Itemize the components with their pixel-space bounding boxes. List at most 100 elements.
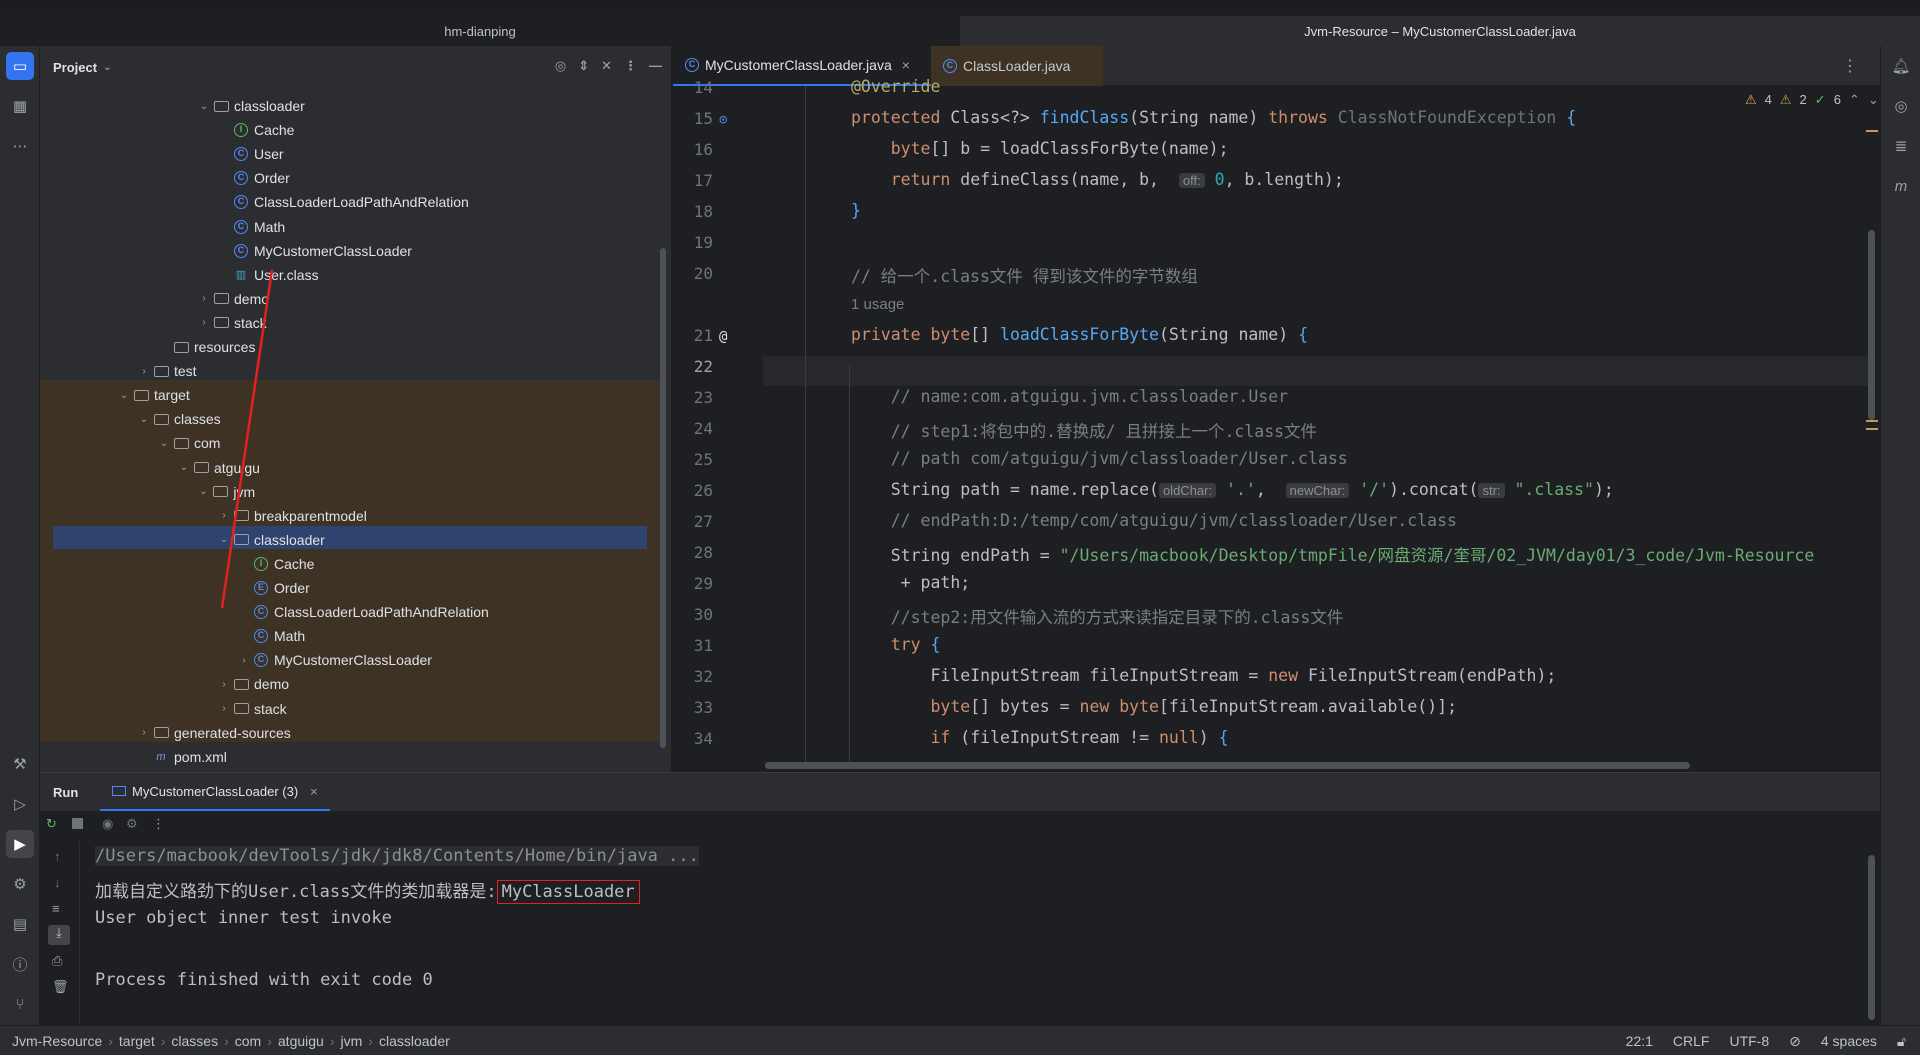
code-line: // path com/atguigu/jvm/classloader/User… xyxy=(890,449,1348,468)
editor-vertical-scrollbar[interactable] xyxy=(1868,230,1875,420)
class-icon: C xyxy=(685,58,699,72)
code-line: // name:com.atguigu.jvm.classloader.User xyxy=(890,387,1289,406)
indent-setting[interactable]: 4 spaces xyxy=(1821,1033,1877,1050)
code-line: byte[] bytes = new byte[fileInputStream.… xyxy=(930,697,1458,716)
warning-stripe[interactable] xyxy=(1866,428,1878,430)
editor-horizontal-scrollbar[interactable] xyxy=(765,762,1690,769)
camera-icon[interactable]: ◉ xyxy=(102,816,113,832)
chevron-right-icon: › xyxy=(368,1032,373,1049)
code-line: // 给一个.class文件 得到该文件的字节数组 xyxy=(851,267,1198,286)
output-line: 加载自定义路劲下的User.class文件的类加载器是: MyClassLoade… xyxy=(95,877,640,904)
line-number: 33 xyxy=(693,698,713,717)
code-line: // step1:将包中的.替换成/ 且拼接上一个.class文件 xyxy=(890,422,1318,441)
chevron-right-icon: › xyxy=(108,1032,113,1049)
code-line: // endPath:D:/temp/com/atguigu/jvm/class… xyxy=(890,511,1457,530)
line-number: 15 xyxy=(693,109,713,128)
code-line: + path; xyxy=(851,573,971,592)
warning-stripe[interactable] xyxy=(1866,130,1878,132)
chevron-up-icon[interactable]: ⌃ xyxy=(1849,92,1860,108)
check-icon: ✓ xyxy=(1814,92,1826,107)
breadcrumb-item[interactable]: jvm xyxy=(341,1033,363,1049)
chevron-right-icon: › xyxy=(267,1032,272,1049)
output-text: 加载自定义路劲下的User.class文件的类加载器是: xyxy=(95,882,497,902)
line-number: 20 xyxy=(693,264,713,283)
class-icon: C xyxy=(943,59,957,73)
print-icon[interactable]: ⎙ xyxy=(52,953,62,969)
code-line: @Override xyxy=(851,77,941,96)
output-line: User object inner test invoke xyxy=(95,908,392,928)
line-number: 31 xyxy=(693,636,713,655)
breadcrumb-item[interactable]: atguigu xyxy=(278,1033,324,1049)
line-number: 25 xyxy=(693,450,713,469)
line-number: 22 xyxy=(693,357,713,376)
run-tab[interactable]: MyCustomerClassLoader (3) × xyxy=(100,773,330,811)
line-number: 27 xyxy=(693,512,713,531)
warning-count: 4 xyxy=(1764,92,1772,107)
code-editor[interactable]: 14 15 16 17 18 19 20 21 22 23 24 25 26 27 28 29 30 31 32 33… xyxy=(673,77,1880,772)
breadcrumb-item[interactable]: Jvm-Resource xyxy=(12,1033,102,1049)
run-toolbar: ↻ ◉ ⚙ ⋮ xyxy=(40,811,1880,841)
lock-icon[interactable]: 🔓︎ xyxy=(1897,1033,1906,1050)
file-encoding[interactable]: UTF-8 xyxy=(1729,1033,1769,1050)
code-line: FileInputStream fileInputStream = new Fi… xyxy=(851,666,1557,685)
line-number: 26 xyxy=(693,481,713,500)
readonly-toggle-icon[interactable]: ⊘ xyxy=(1789,1033,1801,1050)
scroll-to-end-icon[interactable]: ⤓ xyxy=(48,925,70,945)
line-number: 16 xyxy=(693,140,713,159)
settings-icon[interactable]: ⚙ xyxy=(126,816,138,832)
warning-icon: ⚠ xyxy=(1745,92,1757,107)
at-gutter-icon[interactable]: @ xyxy=(719,329,727,345)
breadcrumb-item[interactable]: com xyxy=(235,1033,261,1049)
rerun-icon[interactable]: ↻ xyxy=(46,816,57,832)
code-line: return defineClass(name, b, off: 0, b.le… xyxy=(890,170,1344,189)
trash-icon[interactable]: 🗑︎ xyxy=(52,979,69,995)
run-side-toolbar: ↑ ↓ ≡ ⤓ ⎙ 🗑︎ xyxy=(40,841,80,1026)
code-line: } xyxy=(851,201,861,220)
run-panel: Run MyCustomerClassLoader (3) × ↻ ◉ ⚙ ⋮ … xyxy=(40,772,1880,1026)
run-panel-header: Run MyCustomerClassLoader (3) × xyxy=(40,773,1880,811)
right-tool-strip: 🔔︎ ◎ ≣ m xyxy=(1880,46,1920,1025)
caret-position[interactable]: 22:1 xyxy=(1626,1033,1653,1050)
line-number: 24 xyxy=(693,419,713,438)
close-icon[interactable]: × xyxy=(310,784,318,799)
arrow-up-icon[interactable]: ↑ xyxy=(54,849,61,864)
run-scrollbar[interactable] xyxy=(1868,855,1875,1020)
close-icon[interactable]: × xyxy=(902,57,910,73)
run-title[interactable]: Run xyxy=(53,785,78,800)
line-number: 14 xyxy=(693,78,713,97)
chevron-down-icon[interactable]: ⌄ xyxy=(1868,92,1879,108)
editor-gutter: 14 15 16 17 18 19 20 21 22 23 24 25 26 27 28 29 30 31 32 33… xyxy=(673,78,763,762)
tab-label: MyCustomerClassLoader.java xyxy=(705,57,892,73)
ai-assistant-icon[interactable]: ◎ xyxy=(1887,92,1915,120)
soft-wrap-icon[interactable]: ≡ xyxy=(52,901,60,916)
breadcrumb-item[interactable]: target xyxy=(119,1033,155,1049)
code-line: //step2:用文件输入流的方式来读指定目录下的.class文件 xyxy=(890,608,1344,627)
weak-warning-icon: ⚠ xyxy=(1779,92,1792,107)
tab-classloader[interactable]: C ClassLoader.java xyxy=(931,46,1103,86)
maven-icon[interactable]: m xyxy=(1887,172,1915,200)
line-number: 32 xyxy=(693,667,713,686)
line-separator[interactable]: CRLF xyxy=(1673,1033,1710,1050)
run-tab-label: MyCustomerClassLoader (3) xyxy=(132,783,299,799)
line-number: 29 xyxy=(693,574,713,593)
line-number: 17 xyxy=(693,171,713,190)
more-icon[interactable]: ⋮ xyxy=(152,816,165,832)
notifications-icon[interactable]: 🔔︎ xyxy=(1887,52,1915,80)
database-icon[interactable]: ≣ xyxy=(1887,132,1915,160)
arrow-down-icon[interactable]: ↓ xyxy=(54,875,61,890)
stop-icon[interactable] xyxy=(72,818,83,829)
inspection-widget[interactable]: ⚠ 4 ⚠ 2 ✓ 6 ⌃ ⌄ xyxy=(1745,92,1879,108)
line-number: 19 xyxy=(693,233,713,252)
line-number: 30 xyxy=(693,605,713,624)
breadcrumb-item[interactable]: classloader xyxy=(379,1033,450,1049)
warning-stripe[interactable] xyxy=(1866,420,1878,422)
breadcrumb-item[interactable]: classes xyxy=(171,1033,218,1049)
code-line: byte[] b = loadClassForByte(name); xyxy=(890,139,1229,158)
override-gutter-icon[interactable]: ⊙ xyxy=(719,112,727,128)
chevron-right-icon: › xyxy=(160,1032,166,1049)
chevron-right-icon: › xyxy=(224,1032,229,1049)
code-line: if (fileInputStream != null) { xyxy=(930,728,1229,747)
tab-options-icon[interactable]: ⋮ xyxy=(1842,56,1858,76)
code-line: 1 usage xyxy=(851,296,905,313)
weak-warning-count: 2 xyxy=(1799,92,1807,107)
